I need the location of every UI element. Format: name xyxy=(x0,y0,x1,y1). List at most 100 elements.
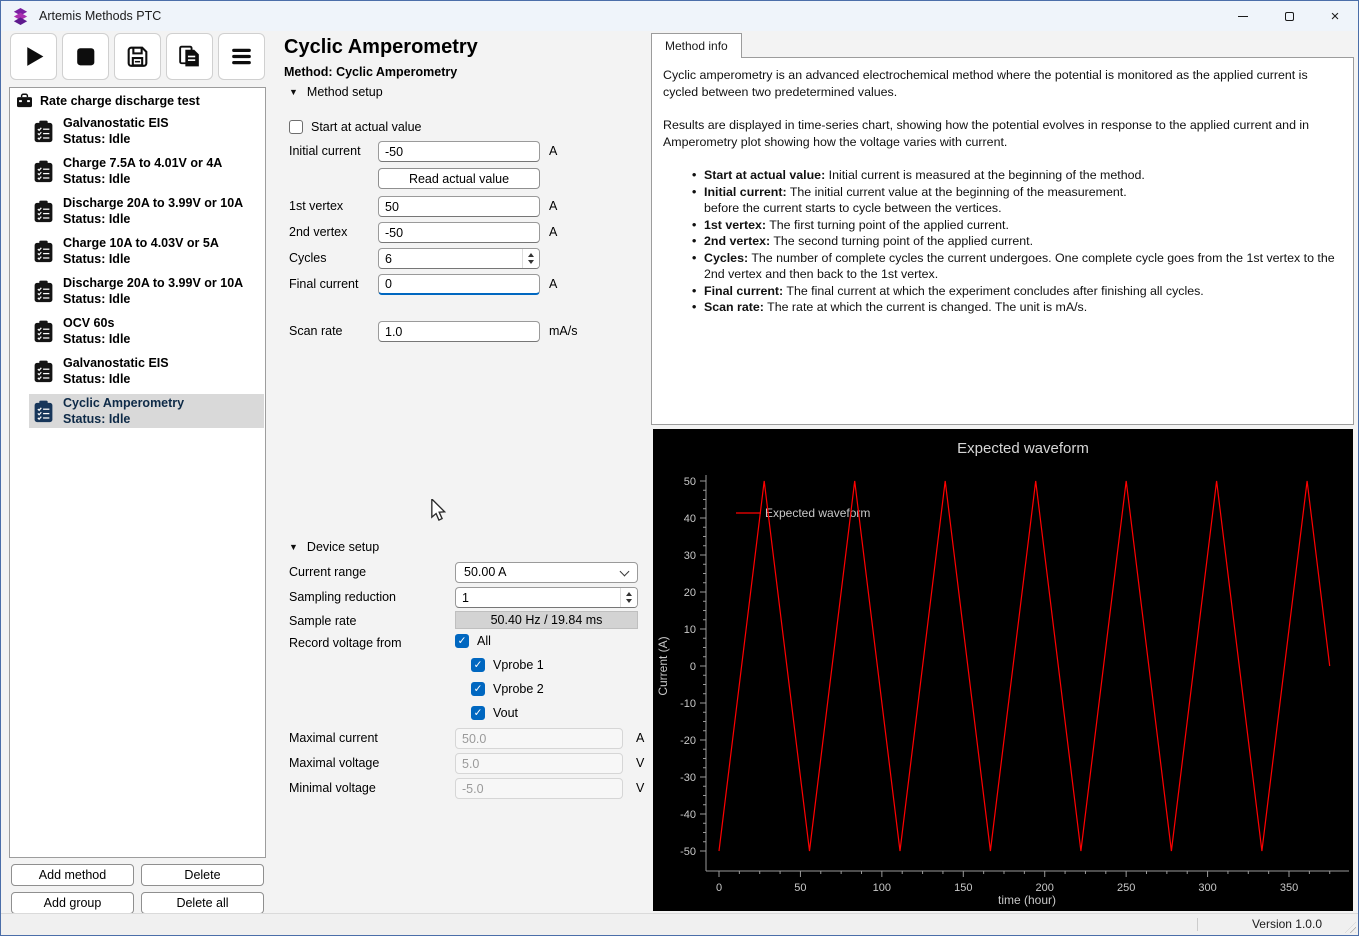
save-button[interactable] xyxy=(114,33,161,80)
resize-grip[interactable] xyxy=(1345,922,1356,933)
close-button[interactable]: × xyxy=(1312,1,1358,31)
voltage-option-label: Vprobe 2 xyxy=(493,682,544,696)
method-checklist-icon xyxy=(33,400,54,423)
tree-item-label: OCV 60s xyxy=(63,315,130,331)
method-checklist-icon xyxy=(33,280,54,303)
svg-text:-30: -30 xyxy=(680,772,696,784)
copy-button[interactable] xyxy=(166,33,213,80)
delete-button[interactable]: Delete xyxy=(141,864,264,886)
collapse-triangle-icon: ▼ xyxy=(289,543,298,552)
tree-item[interactable]: Galvanostatic EIS Status: Idle xyxy=(29,114,264,148)
info-bullet: 2nd vertex: The second turning point of … xyxy=(690,233,1342,250)
final-current-input[interactable] xyxy=(378,274,540,295)
voltage-option-row: Vprobe 1 xyxy=(471,657,544,673)
window-title: Artemis Methods PTC xyxy=(39,9,161,23)
bullet-term: Scan rate: xyxy=(704,300,764,314)
initial-current-input[interactable] xyxy=(378,141,540,162)
scan-rate-input[interactable] xyxy=(378,321,540,342)
method-info-panel: Cyclic amperometry is an advanced electr… xyxy=(651,57,1354,425)
maximize-icon xyxy=(1285,12,1294,21)
bullet-term: Initial current: xyxy=(704,185,787,199)
first-vertex-input[interactable] xyxy=(378,196,540,217)
minimize-button[interactable] xyxy=(1220,1,1266,31)
second-vertex-input[interactable] xyxy=(378,222,540,243)
add-method-button[interactable]: Add method xyxy=(11,864,134,886)
add-group-button[interactable]: Add group xyxy=(11,892,134,914)
menu-button[interactable] xyxy=(218,33,265,80)
info-paragraph: Results are displayed in time-series cha… xyxy=(663,117,1342,150)
tree-item-status: Status: Idle xyxy=(63,171,222,187)
svg-text:-20: -20 xyxy=(680,735,696,747)
tree-item[interactable]: Charge 10A to 4.03V or 5A Status: Idle xyxy=(29,234,264,268)
method-form: Cyclic Amperometry Method: Cyclic Ampero… xyxy=(284,31,650,913)
method-checklist-icon xyxy=(33,200,54,223)
tab-method-info[interactable]: Method info xyxy=(651,33,742,58)
svg-text:300: 300 xyxy=(1198,882,1216,894)
method-checklist-icon xyxy=(33,320,54,343)
start-at-actual-checkbox[interactable] xyxy=(289,120,303,134)
delete-all-button[interactable]: Delete all xyxy=(141,892,264,914)
bullet-desc: Initial current is measured at the begin… xyxy=(829,168,1145,182)
svg-text:100: 100 xyxy=(873,882,891,894)
maximize-button[interactable] xyxy=(1266,1,1312,31)
first-vertex-unit: A xyxy=(549,199,557,213)
maximal-current-label: Maximal current xyxy=(289,731,378,745)
svg-text:-40: -40 xyxy=(680,809,696,821)
bullet-term: Final current: xyxy=(704,284,783,298)
method-label: Method: Cyclic Amperometry xyxy=(284,65,457,79)
chevron-up-icon[interactable] xyxy=(528,253,534,257)
collapse-triangle-icon: ▼ xyxy=(289,88,298,97)
sampling-reduction-input[interactable] xyxy=(455,587,638,608)
play-button[interactable] xyxy=(10,33,57,80)
current-range-select[interactable]: 50.00 A xyxy=(455,562,638,583)
method-checklist-icon xyxy=(33,120,54,143)
copy-icon xyxy=(176,43,203,70)
sampling-reduction-spinner[interactable] xyxy=(620,588,637,607)
tree-item[interactable]: Cyclic Amperometry Status: Idle xyxy=(29,394,264,428)
device-setup-header-label: Device setup xyxy=(307,540,379,554)
voltage-option-checkbox[interactable] xyxy=(471,682,485,696)
chevron-down-icon xyxy=(620,567,630,577)
tree-item[interactable]: OCV 60s Status: Idle xyxy=(29,314,264,348)
chevron-down-icon[interactable] xyxy=(528,260,534,264)
maximal-current-unit: A xyxy=(636,731,644,745)
voltage-option-row: Vprobe 2 xyxy=(471,681,544,697)
method-setup-header[interactable]: ▼ Method setup xyxy=(289,85,383,99)
tree-item[interactable]: Galvanostatic EIS Status: Idle xyxy=(29,354,264,388)
svg-text:Current (A): Current (A) xyxy=(656,636,670,695)
bullet-desc: The rate at which the current is changed… xyxy=(767,300,1087,314)
minimal-voltage-label: Minimal voltage xyxy=(289,781,376,795)
statusbar-separator xyxy=(1197,918,1198,931)
tree-item[interactable]: Discharge 20A to 3.99V or 10A Status: Id… xyxy=(29,274,264,308)
voltage-option-checkbox[interactable] xyxy=(455,634,469,648)
info-paragraph: Cyclic amperometry is an advanced electr… xyxy=(663,67,1342,100)
read-actual-value-button[interactable]: Read actual value xyxy=(378,168,540,189)
voltage-option-checkbox[interactable] xyxy=(471,658,485,672)
chevron-up-icon[interactable] xyxy=(626,592,632,596)
svg-text:Expected waveform: Expected waveform xyxy=(765,506,870,520)
start-at-actual-row: Start at actual value xyxy=(289,119,421,135)
bullet-desc: The final current at which the experimen… xyxy=(786,284,1203,298)
maximal-voltage-label: Maximal voltage xyxy=(289,756,379,770)
tree-item-label: Charge 7.5A to 4.01V or 4A xyxy=(63,155,222,171)
tree-group[interactable]: Rate charge discharge test xyxy=(10,88,265,108)
page-title: Cyclic Amperometry xyxy=(284,36,478,59)
chevron-down-icon[interactable] xyxy=(626,599,632,603)
second-vertex-label: 2nd vertex xyxy=(289,225,347,239)
cycles-input[interactable] xyxy=(378,248,540,269)
cycles-spinner[interactable] xyxy=(522,249,539,268)
tree-item[interactable]: Discharge 20A to 3.99V or 10A Status: Id… xyxy=(29,194,264,228)
device-setup-header[interactable]: ▼ Device setup xyxy=(289,540,379,554)
stop-button[interactable] xyxy=(62,33,109,80)
bullet-term: 2nd vertex: xyxy=(704,234,770,248)
tree-item[interactable]: Charge 7.5A to 4.01V or 4A Status: Idle xyxy=(29,154,264,188)
sample-rate-value: 50.40 Hz / 19.84 ms xyxy=(455,611,638,629)
method-setup-header-label: Method setup xyxy=(307,85,383,99)
final-current-label: Final current xyxy=(289,277,358,291)
save-icon xyxy=(124,43,151,70)
svg-text:-50: -50 xyxy=(680,846,696,858)
toolbar xyxy=(10,33,265,80)
svg-text:time (hour): time (hour) xyxy=(998,893,1056,907)
current-range-value: 50.00 A xyxy=(464,565,506,579)
voltage-option-checkbox[interactable] xyxy=(471,706,485,720)
